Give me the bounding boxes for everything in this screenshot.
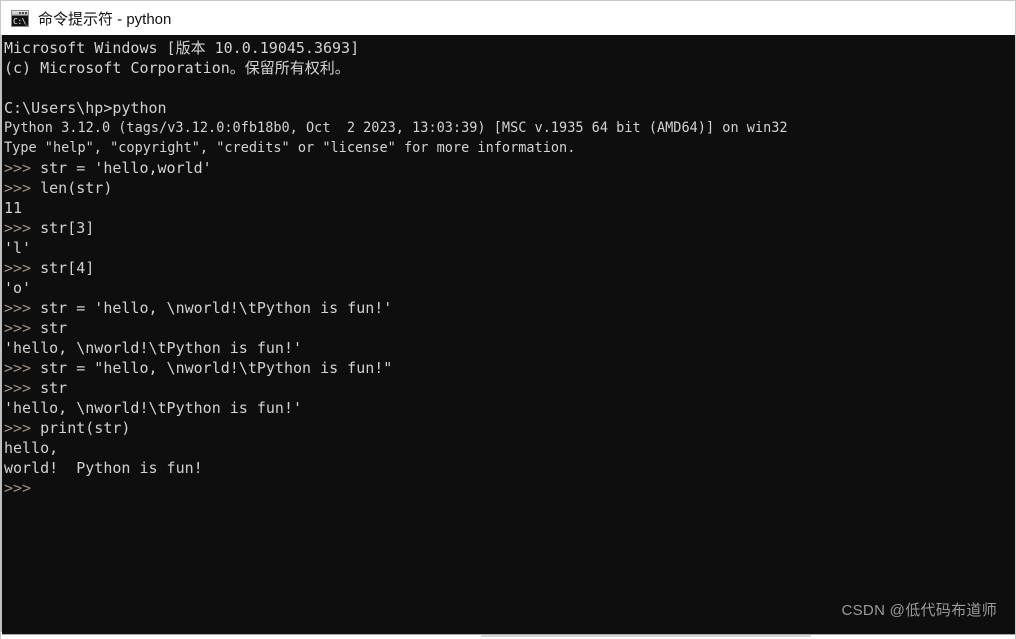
- console-command-text: str = 'hello,world': [40, 159, 212, 177]
- python-prompt: >>>: [4, 219, 41, 237]
- console-line: >>> str[3]: [4, 218, 1015, 238]
- console-output-text: world! Python is fun!: [4, 459, 203, 477]
- console-line: >>>: [4, 478, 1015, 498]
- console-command-text: C:\Users\hp>python: [4, 99, 167, 117]
- console-command-text: str[3]: [40, 219, 95, 237]
- console-command-text: str[4]: [40, 259, 95, 277]
- console-line: Python 3.12.0 (tags/v3.12.0:0fb18b0, Oct…: [4, 118, 949, 138]
- console-line: >>> len(str): [4, 178, 1015, 198]
- console-line: >>> str = 'hello,world': [4, 158, 1015, 178]
- console-line: 'hello, \nworld!\tPython is fun!': [4, 398, 1015, 418]
- console-output-text: Type "help", "copyright", "credits" or "…: [4, 140, 576, 156]
- console-output-text: 'hello, \nworld!\tPython is fun!': [4, 339, 303, 357]
- console-line: 'o': [4, 278, 1015, 298]
- console-command-text: len(str): [40, 179, 113, 197]
- window-title: 命令提示符 - python: [38, 10, 172, 28]
- csdn-watermark: CSDN @低代码布道师: [841, 602, 997, 619]
- console-line: >>> str = "hello, \nworld!\tPython is fu…: [4, 358, 1015, 378]
- console-output-text: 11: [4, 199, 23, 217]
- console-line: >>> str[4]: [4, 258, 1015, 278]
- console-line: Type "help", "copyright", "credits" or "…: [4, 138, 949, 158]
- python-prompt: >>>: [4, 379, 41, 397]
- cmd-icon-prompt-glyph: C:\_: [13, 16, 29, 26]
- console-line: >>> str: [4, 378, 1015, 398]
- console-command-text: str: [40, 379, 68, 397]
- python-prompt: >>>: [4, 479, 41, 497]
- console-output-text: 'hello, \nworld!\tPython is fun!': [4, 399, 303, 417]
- console-line: C:\Users\hp>python: [4, 98, 1015, 118]
- console-line: (c) Microsoft Corporation。保留所有权利。: [4, 58, 1015, 78]
- console-text-area[interactable]: Microsoft Windows [版本 10.0.19045.3693] (c…: [4, 38, 1015, 632]
- console-line: Microsoft Windows [版本 10.0.19045.3693]: [4, 38, 1015, 58]
- console-line: world! Python is fun!: [4, 458, 1015, 478]
- console-output-text: 'l': [4, 239, 32, 257]
- console-command-text: str: [40, 319, 68, 337]
- console-line: 'l': [4, 238, 1015, 258]
- cmd-icon-buttons: [19, 11, 27, 14]
- cmd-console-icon: C:\_: [11, 9, 29, 27]
- console-body[interactable]: Microsoft Windows [版本 10.0.19045.3693] (c…: [0, 35, 1016, 632]
- console-line: >>> str: [4, 318, 1015, 338]
- console-line: hello,: [4, 438, 1015, 458]
- console-command-text: str = 'hello, \nworld!\tPython is fun!': [40, 299, 393, 317]
- python-prompt: >>>: [4, 319, 41, 337]
- console-output-text: Python 3.12.0 (tags/v3.12.0:0fb18b0, Oct…: [4, 120, 788, 136]
- console-output-text: (c) Microsoft Corporation。保留所有权利。: [4, 59, 350, 77]
- console-command-text: print(str): [40, 419, 131, 437]
- console-output-text: hello,: [4, 439, 59, 457]
- console-line: >>> str = 'hello, \nworld!\tPython is fu…: [4, 298, 1015, 318]
- window-bottom-edge: [0, 632, 1016, 639]
- console-line: 11: [4, 198, 1015, 218]
- python-prompt: >>>: [4, 159, 41, 177]
- python-prompt: >>>: [4, 259, 41, 277]
- console-output-text: Microsoft Windows [版本 10.0.19045.3693]: [4, 39, 360, 57]
- python-prompt: >>>: [4, 179, 41, 197]
- window-titlebar[interactable]: C:\_ 命令提示符 - python: [0, 0, 1016, 35]
- console-command-text: str = "hello, \nworld!\tPython is fun!": [40, 359, 393, 377]
- horizontal-scrollbar-thumb[interactable]: [481, 635, 811, 637]
- python-prompt: >>>: [4, 419, 41, 437]
- command-prompt-window: C:\_ 命令提示符 - python Microsoft Windows [版…: [0, 0, 1016, 639]
- console-line: >>> print(str): [4, 418, 1015, 438]
- python-prompt: >>>: [4, 299, 41, 317]
- console-output-text: 'o': [4, 279, 32, 297]
- console-line: 'hello, \nworld!\tPython is fun!': [4, 338, 1015, 358]
- python-prompt: >>>: [4, 359, 41, 377]
